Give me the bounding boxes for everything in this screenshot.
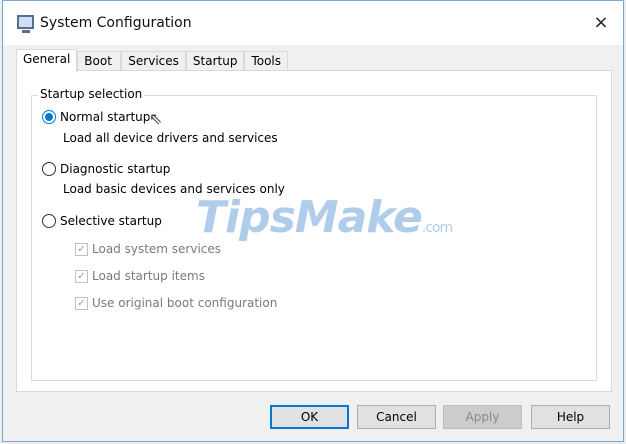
close-icon[interactable]: × bbox=[587, 9, 615, 37]
use-original-boot-config-checkbox[interactable]: ✓ Use original boot configuration bbox=[75, 296, 277, 310]
normal-startup-description: Load all device drivers and services bbox=[63, 131, 278, 145]
diagnostic-startup-radio[interactable]: Diagnostic startup bbox=[42, 162, 170, 176]
radio-label: Selective startup bbox=[60, 214, 162, 228]
radio-label: Diagnostic startup bbox=[60, 162, 171, 176]
checkmark-icon: ✓ bbox=[75, 242, 88, 256]
apply-button[interactable]: Apply bbox=[443, 405, 522, 429]
tab-general[interactable]: General bbox=[16, 49, 78, 72]
checkbox-label: Load startup items bbox=[92, 269, 205, 283]
help-button[interactable]: Help bbox=[531, 405, 610, 429]
checkbox-label: Load system services bbox=[92, 242, 222, 256]
radio-indicator bbox=[42, 110, 56, 124]
load-system-services-checkbox[interactable]: ✓ Load system services bbox=[75, 242, 221, 256]
tab-bar: General Boot Services Startup Tools bbox=[16, 49, 289, 72]
radio-indicator bbox=[42, 162, 56, 176]
normal-startup-radio[interactable]: Normal startup bbox=[42, 110, 150, 124]
load-startup-items-checkbox[interactable]: ✓ Load startup items bbox=[75, 269, 205, 283]
computer-icon bbox=[17, 15, 34, 33]
group-label: Startup selection bbox=[38, 87, 145, 101]
checkmark-icon: ✓ bbox=[75, 296, 88, 310]
watermark-logo: TipsMake.com bbox=[196, 192, 453, 243]
tab-tools[interactable]: Tools bbox=[244, 51, 289, 71]
tab-startup[interactable]: Startup bbox=[185, 51, 245, 71]
cancel-button[interactable]: Cancel bbox=[357, 405, 436, 429]
checkbox-label: Use original boot configuration bbox=[92, 296, 278, 310]
title-bar: System Configuration × bbox=[3, 1, 623, 45]
tab-services[interactable]: Services bbox=[121, 51, 186, 71]
radio-label: Normal startup bbox=[60, 110, 151, 124]
radio-indicator bbox=[42, 214, 56, 228]
checkmark-icon: ✓ bbox=[75, 269, 88, 283]
mouse-cursor-icon: ⇖ bbox=[149, 109, 163, 128]
watermark-suffix: .com bbox=[421, 220, 453, 236]
selective-startup-radio[interactable]: Selective startup bbox=[42, 214, 162, 228]
watermark-text: TipsMake bbox=[196, 192, 423, 243]
tab-boot[interactable]: Boot bbox=[77, 51, 122, 71]
window-title: System Configuration bbox=[40, 15, 192, 31]
ok-button[interactable]: OK bbox=[270, 405, 349, 429]
